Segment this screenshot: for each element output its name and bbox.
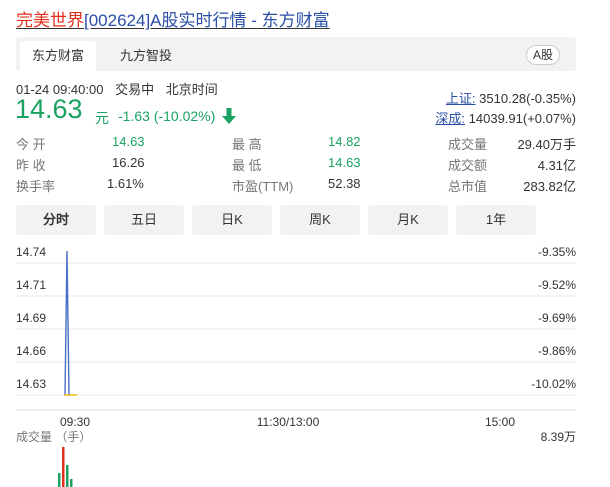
stat-turnover-value: 1.61% (107, 176, 144, 191)
index-shanghai-value: 3510.28(-0.35%) (479, 91, 576, 106)
stat-turnover-label: 换手率 (16, 179, 56, 194)
market-badge[interactable]: A股 (525, 45, 560, 65)
source-tab-bar: 东方财富 九方智投 A股 (16, 37, 576, 71)
time-tick-label: 15:00 (485, 415, 515, 429)
tab-intraday[interactable]: 分时 (16, 205, 96, 235)
trade-timezone: 北京时间 (165, 82, 218, 97)
volume-bar (66, 465, 69, 487)
percent-tick-label: -9.69% (538, 311, 576, 325)
stat-volume-label: 成交量 (448, 137, 488, 152)
volume-max-label: 8.39万 (540, 430, 576, 444)
price-change: -1.63 (-10.02%) (118, 108, 216, 124)
percent-tick-label: -9.86% (538, 344, 576, 358)
stat-pe-label: 市盈(TTM) (232, 179, 294, 194)
tab-weekly-k[interactable]: 周K (280, 205, 360, 235)
trade-state: 交易中 (115, 82, 155, 97)
index-shenzhen: 深成: 14039.91(+0.07%) (435, 108, 576, 127)
percent-axis: -9.35% -9.52% -9.69% -9.86% -10.02% (531, 245, 576, 391)
price-tick-label: 14.74 (16, 245, 46, 259)
price-unit: 元 (95, 110, 109, 126)
volume-bar (58, 473, 61, 487)
stat-market-cap-value: 283.82亿 (523, 179, 576, 194)
page-title[interactable]: 完美世界[002624]A股实时行情 - 东方财富 (16, 6, 330, 31)
tab-daily-k[interactable]: 日K (192, 205, 272, 235)
current-price: 14.63 (15, 94, 83, 124)
percent-tick-label: -10.02% (531, 377, 576, 391)
index-shanghai-link[interactable]: 上证: (446, 91, 476, 106)
chart-series (64, 250, 77, 396)
stat-high-label: 最 高 (232, 137, 262, 152)
stat-high-value: 14.82 (328, 134, 361, 149)
tab-five-day[interactable]: 五日 (104, 205, 184, 235)
stat-amount-value: 4.31亿 (537, 158, 576, 173)
stat-amount-label: 成交额 (448, 158, 488, 173)
price-tick-label: 14.71 (16, 278, 46, 292)
price-tick-label: 14.66 (16, 344, 46, 358)
chart-grid (16, 262, 576, 411)
stat-open-value: 14.63 (112, 134, 145, 149)
price-axis: 14.74 14.71 14.69 14.66 14.63 (16, 245, 46, 391)
tab-monthly-k[interactable]: 月K (368, 205, 448, 235)
volume-axis-label: 成交量 （手） (16, 430, 92, 444)
stat-pe-value: 52.38 (328, 176, 361, 191)
stat-prev-close-value: 16.26 (112, 155, 145, 170)
time-tick-label: 09:30 (60, 415, 90, 429)
percent-tick-label: -9.52% (538, 278, 576, 292)
stock-name[interactable]: 完美世界 (16, 11, 84, 30)
stat-low-label: 最 低 (232, 158, 262, 173)
volume-bar (62, 447, 65, 487)
stock-code-title[interactable]: [002624]A股实时行情 - 东方财富 (84, 11, 330, 30)
price-series-line (64, 250, 70, 396)
percent-tick-label: -9.35% (538, 245, 576, 259)
tab-jiufang[interactable]: 九方智投 (108, 41, 184, 71)
stat-open-label: 今 开 (16, 137, 46, 152)
time-axis: 09:30 11:30/13:00 15:00 (60, 415, 515, 429)
volume-bar (70, 479, 73, 487)
stat-low-value: 14.63 (328, 155, 361, 170)
stat-prev-close-label: 昨 收 (16, 158, 46, 173)
down-arrow-icon (222, 108, 236, 124)
index-shanghai: 上证: 3510.28(-0.35%) (446, 88, 576, 107)
stat-market-cap-label: 总市值 (448, 179, 488, 194)
stat-volume-value: 29.40万手 (517, 137, 576, 152)
intraday-chart[interactable]: 14.7414.7114.6914.6614.63 -9.35%-9.52%-9… (0, 235, 610, 487)
tab-one-year[interactable]: 1年 (456, 205, 536, 235)
price-tick-label: 14.63 (16, 377, 46, 391)
price-tick-label: 14.69 (16, 311, 46, 325)
time-tick-label: 11:30/13:00 (257, 415, 320, 429)
volume-bars (58, 447, 73, 487)
tab-eastmoney[interactable]: 东方财富 (20, 41, 96, 71)
index-shenzhen-link[interactable]: 深成: (435, 111, 465, 126)
index-shenzhen-value: 14039.91(+0.07%) (468, 111, 576, 126)
